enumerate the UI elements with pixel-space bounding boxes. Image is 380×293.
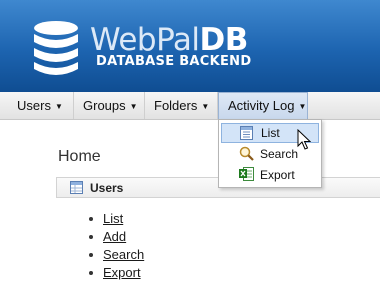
caret-down-icon: ▼ [201,102,210,111]
list-icon [240,126,253,140]
caret-down-icon: ▼ [54,102,63,111]
logo-text-light: WebPal [90,22,200,58]
search-icon [239,146,254,161]
dropdown-item-list-label: List [261,126,280,140]
page-title: Home [58,148,101,165]
logo-text: WebPalDB [90,24,248,56]
users-search-link[interactable]: Search [103,246,144,264]
table-icon [70,181,83,194]
logo-text-bold: DB [199,22,249,58]
nav-users[interactable]: Users ▼ [8,92,74,119]
nav-activity-log[interactable]: Activity Log ▼ [218,92,308,120]
app-header: WebPalDB DATABASE BACKEND [0,0,380,92]
mouse-cursor-icon [297,129,311,150]
database-logo-icon [34,21,78,75]
dropdown-item-export[interactable]: Export [221,165,319,185]
nav-groups-label: Groups [83,98,126,113]
dropdown-item-search-label: Search [260,147,299,161]
nav-users-label: Users [17,98,51,113]
caret-down-icon: ▼ [298,102,307,111]
users-list-link[interactable]: List [103,210,123,228]
caret-down-icon: ▼ [129,102,138,111]
nav-folders[interactable]: Folders ▼ [145,92,218,119]
users-panel-title: Users [90,181,124,195]
excel-export-icon [239,167,254,181]
nav-groups[interactable]: Groups ▼ [74,92,145,119]
dropdown-item-export-label: Export [260,168,295,182]
main-nav: Users ▼ Groups ▼ Folders ▼ Activity Log ▼ [0,92,380,120]
logo-tagline: DATABASE BACKEND [96,54,252,69]
nav-activity-log-label: Activity Log [228,98,295,113]
nav-folders-label: Folders [154,98,198,113]
users-add-link[interactable]: Add [103,228,126,246]
users-export-link[interactable]: Export [103,264,141,282]
